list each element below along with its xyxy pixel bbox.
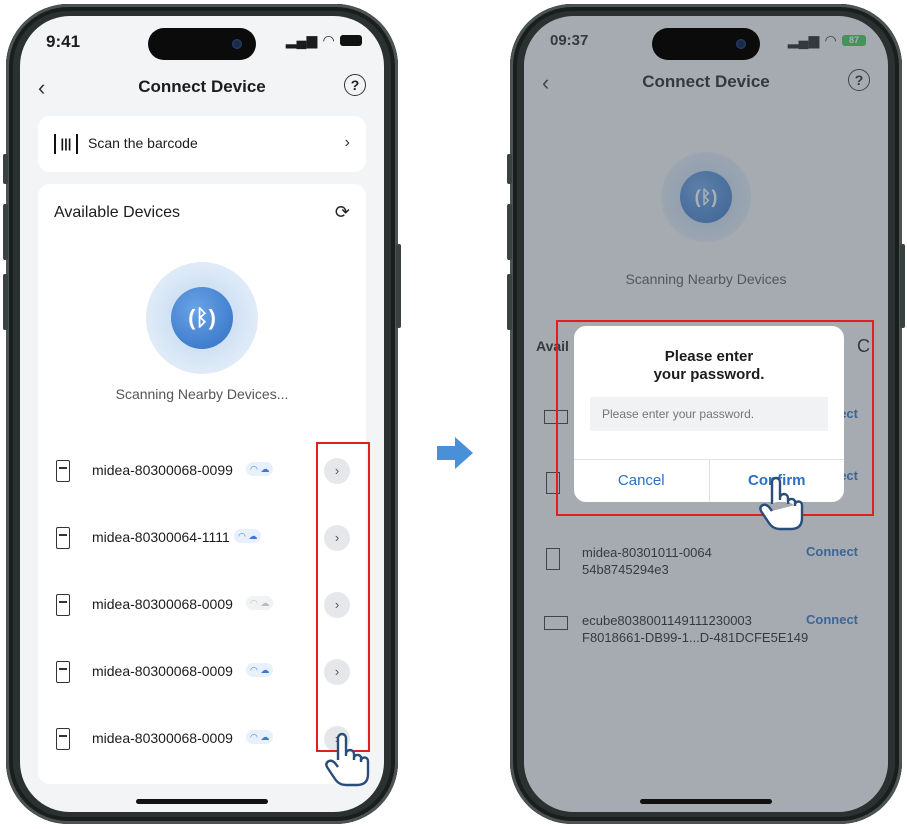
volume-up-button: [3, 204, 8, 260]
arrow-right-icon: [437, 437, 473, 469]
refresh-icon[interactable]: ⟳: [335, 202, 350, 223]
tap-hand-icon: [759, 476, 804, 531]
camera-icon: [232, 39, 242, 49]
dynamic-island: [148, 28, 256, 60]
wifi-cloud-icon: ◠ ☁: [246, 730, 274, 744]
page-title: Connect Device: [138, 77, 266, 96]
scan-barcode-label: Scan the barcode: [88, 135, 198, 151]
device-icon: [56, 594, 70, 616]
battery-icon: [340, 35, 362, 46]
home-indicator: [136, 799, 268, 804]
highlight-box: [556, 320, 874, 516]
scanning-text: Scanning Nearby Devices...: [115, 386, 289, 402]
dynamic-island: [652, 28, 760, 60]
bluetooth-icon: (ᛒ): [171, 287, 233, 349]
bluetooth-scan-indicator: (ᛒ): [146, 262, 258, 374]
device-name: midea-80300068-0009: [92, 730, 233, 746]
wifi-cloud-icon: ◠ ☁: [246, 596, 274, 610]
device-name: midea-80300068-0099: [92, 462, 233, 478]
wifi-cloud-icon: ◠ ☁: [246, 462, 274, 476]
wifi-icon: ◠: [323, 32, 334, 48]
volume-down-button: [507, 274, 512, 330]
wifi-cloud-icon: ◠ ☁: [246, 663, 274, 677]
status-time: 9:41: [46, 32, 81, 51]
signal-icon: ▂▄▆: [285, 32, 318, 48]
side-button: [3, 154, 8, 184]
tap-hand-icon: [325, 732, 370, 787]
phone-right: 09:37 ▂▄▆ ◠ 87 ‹ Connect Device ? (ᛒ) Sc…: [507, 4, 905, 824]
home-indicator: [640, 799, 772, 804]
phone-left: 9:41 ▂▄▆ ◠ ‹ Connect Device ? ||| Scan t…: [3, 4, 401, 824]
chevron-right-icon: ›: [344, 134, 350, 151]
side-button: [507, 154, 512, 184]
device-icon: [56, 527, 70, 549]
nav-bar: ‹ Connect Device ?: [20, 71, 384, 107]
status-icons: ▂▄▆ ◠: [286, 32, 362, 49]
device-name: midea-80300068-0009: [92, 663, 233, 679]
wifi-cloud-icon: ◠ ☁: [234, 529, 262, 543]
device-icon: [56, 460, 70, 482]
device-icon: [56, 661, 70, 683]
help-icon[interactable]: ?: [344, 74, 366, 96]
device-name: midea-80300068-0009: [92, 596, 233, 612]
power-button: [900, 244, 905, 328]
highlight-box: [316, 442, 370, 752]
barcode-scan-icon: |||: [54, 134, 78, 154]
scan-barcode-button[interactable]: ||| Scan the barcode ›: [38, 116, 366, 172]
available-devices-header: Available Devices: [54, 204, 180, 221]
camera-icon: [736, 39, 746, 49]
volume-down-button: [3, 274, 8, 330]
volume-up-button: [507, 204, 512, 260]
power-button: [396, 244, 401, 328]
device-name: midea-80300064-1111: [92, 529, 230, 545]
device-icon: [56, 728, 70, 750]
